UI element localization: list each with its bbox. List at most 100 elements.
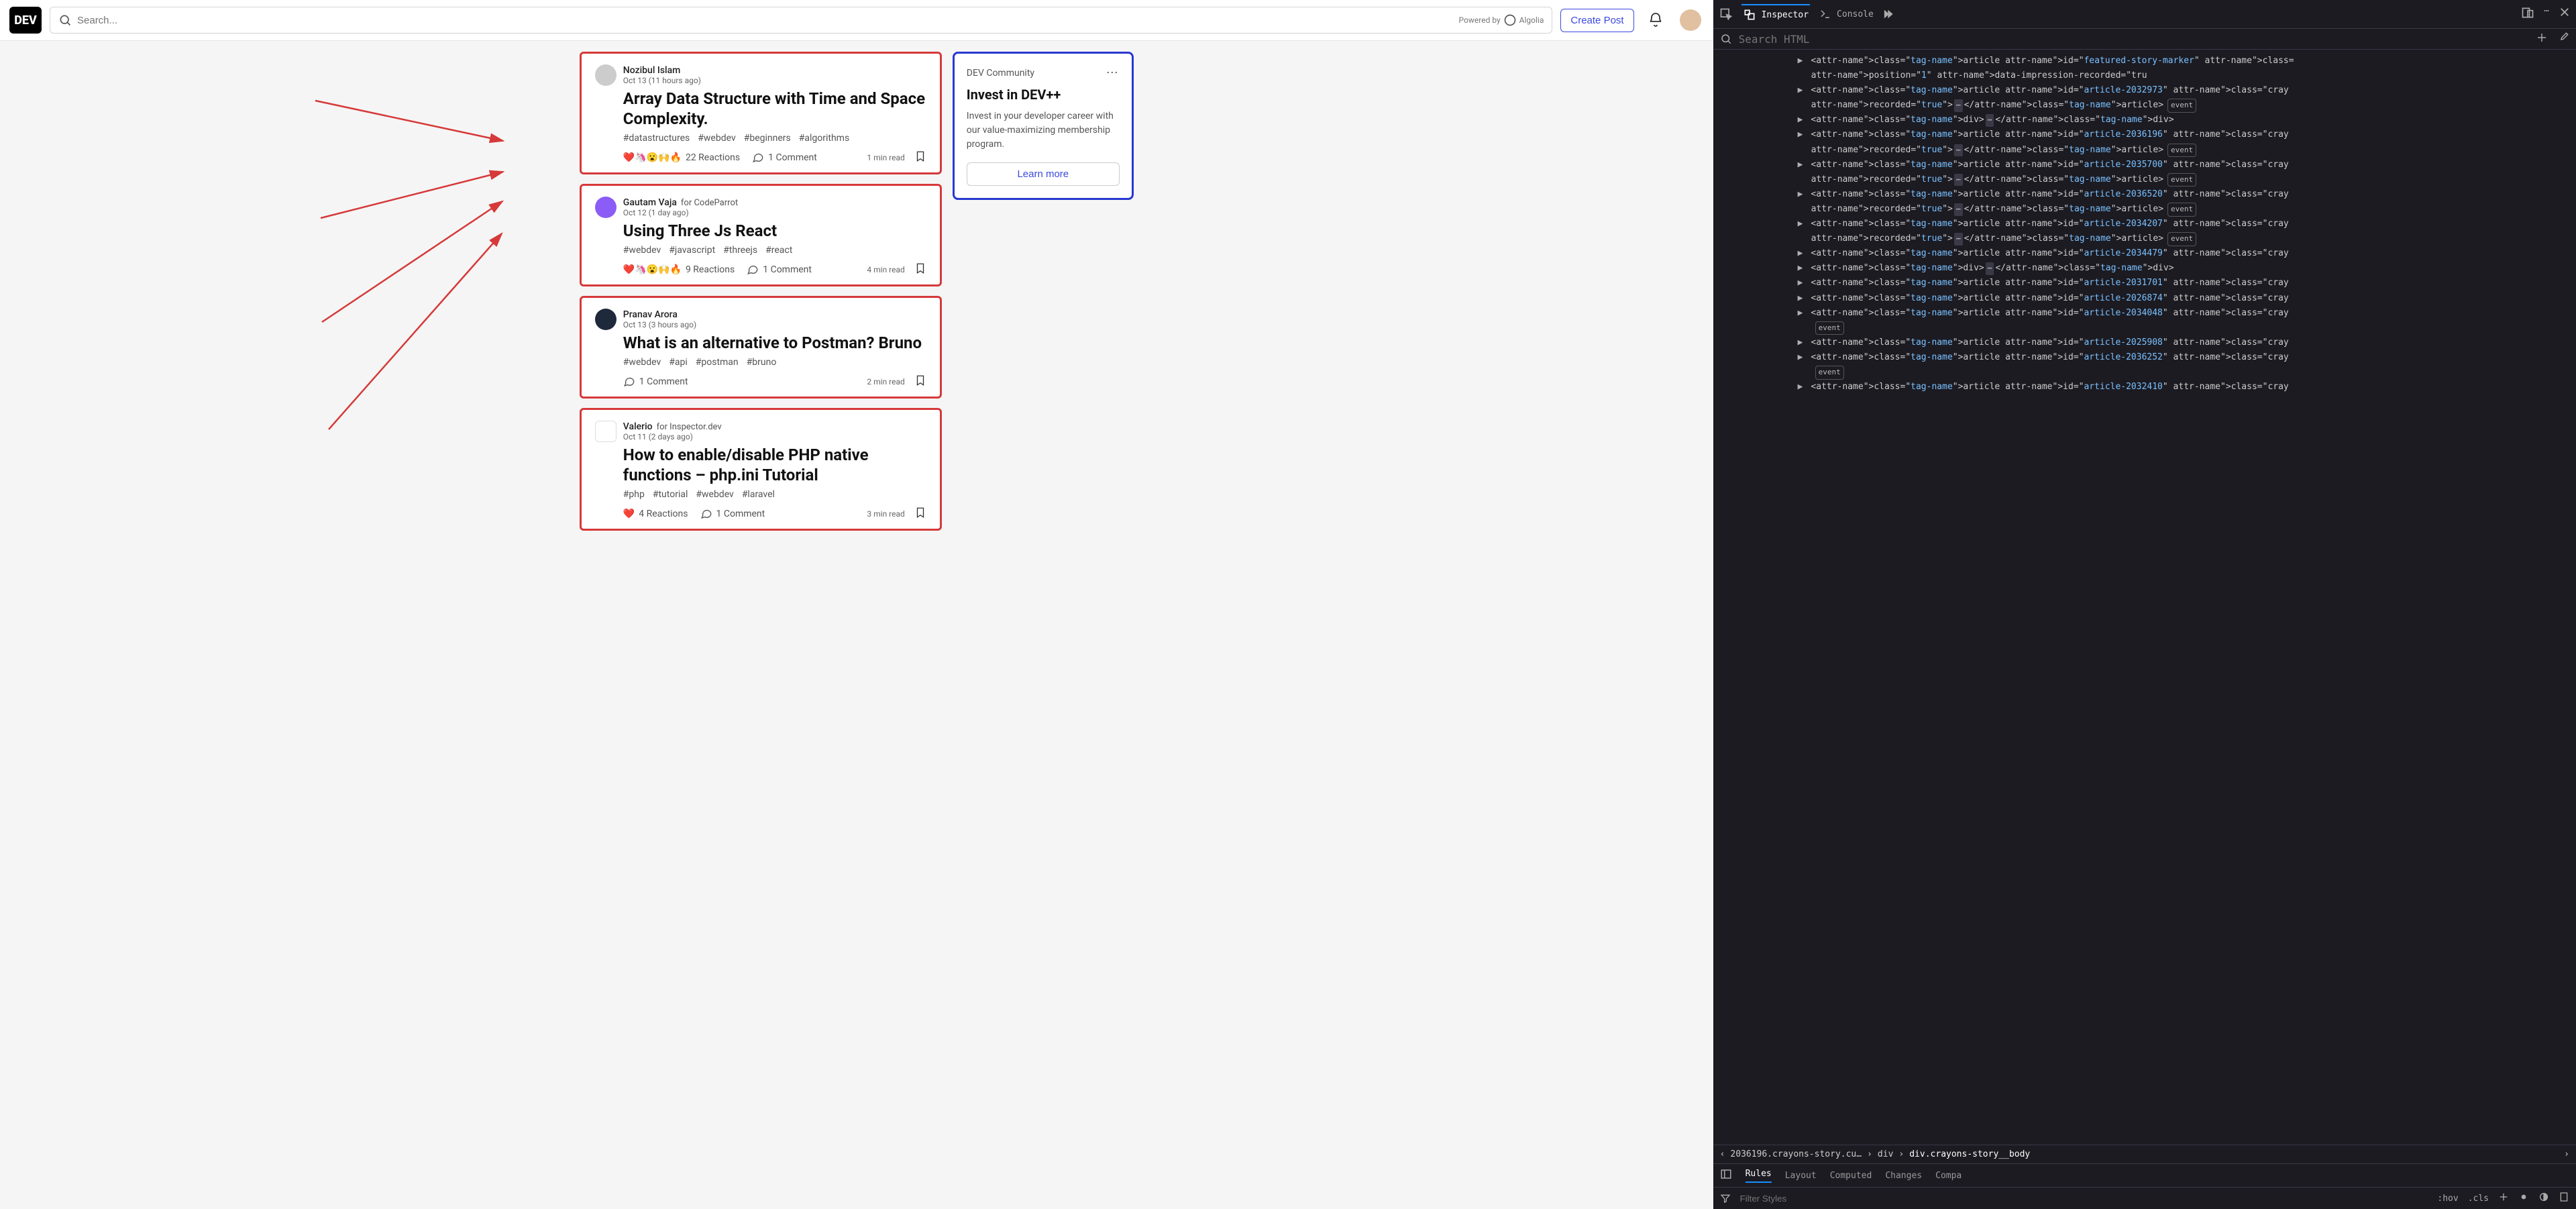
computed-tab[interactable]: Computed [1830,1171,1872,1181]
dom-node[interactable]: ▶ <attr-name">class="tag-name">article a… [1717,350,2576,365]
notifications-bell-icon[interactable] [1642,7,1669,34]
tag[interactable]: #beginners [744,133,791,144]
article-card[interactable]: Nozibul Islam Oct 13 (11 hours ago) Arra… [580,52,942,174]
tag[interactable]: #api [669,357,688,368]
tag[interactable]: #php [623,489,645,500]
tag[interactable]: #webdev [698,133,735,144]
comments-link[interactable]: 1 Comment [623,376,688,388]
pick-element-icon[interactable] [1719,7,1733,21]
author-avatar[interactable] [595,421,616,442]
light-dark-icon[interactable] [2518,1192,2529,1205]
search-bar[interactable]: Powered by Algolia [50,7,1552,34]
author-name[interactable]: Gautam Vaja [623,197,677,208]
author-name[interactable]: Pranav Arora [623,309,678,320]
responsive-mode-icon[interactable] [2521,6,2534,22]
article-card[interactable]: Valeriofor Inspector.dev Oct 11 (2 days … [580,408,942,531]
dom-node[interactable]: ▶ <attr-name">class="tag-name">article a… [1717,380,2576,395]
dom-node-continuation[interactable]: attr-name">recorded="true">⋯</attr-name"… [1717,98,2576,113]
changes-tab[interactable]: Changes [1885,1171,1922,1181]
dom-node[interactable]: ▶ <attr-name">class="tag-name">article a… [1717,127,2576,142]
breadcrumb-item-active[interactable]: div.crayons-story__body [1909,1149,2030,1159]
new-rule-icon[interactable] [2498,1192,2509,1205]
rules-tab[interactable]: Rules [1746,1169,1772,1183]
eyedropper-icon[interactable] [2557,32,2569,46]
dom-node[interactable]: ▶ <attr-name">class="tag-name">article a… [1717,291,2576,306]
tag[interactable]: #bruno [747,357,777,368]
tag[interactable]: #react [765,245,792,256]
tag[interactable]: #webdev [623,357,661,368]
bookmark-icon[interactable] [914,262,926,276]
dom-node[interactable]: ▶ <attr-name">class="tag-name">article a… [1717,335,2576,350]
dom-node-continuation[interactable]: attr-name">recorded="true">⋯</attr-name"… [1717,143,2576,158]
compat-tab[interactable]: Compa [1935,1171,1962,1181]
article-title[interactable]: What is an alternative to Postman? Bruno [623,333,926,353]
dev-logo[interactable]: DEV [9,7,42,34]
tag[interactable]: #postman [696,357,739,368]
dom-node[interactable]: ▶ <attr-name">class="tag-name">div>⋯</at… [1717,113,2576,127]
dom-node[interactable]: ▶ <attr-name">class="tag-name">article a… [1717,217,2576,231]
tag[interactable]: #javascript [669,245,715,256]
kebab-menu-icon[interactable]: ⋯ [2544,6,2549,22]
hov-toggle[interactable]: :hov [2437,1194,2458,1204]
dom-node[interactable]: ▶ <attr-name">class="tag-name">div>⋯</at… [1717,261,2576,276]
article-card[interactable]: Gautam Vajafor CodeParrot Oct 12 (1 day … [580,184,942,286]
breadcrumb-left-icon[interactable]: ‹ [1720,1149,1725,1159]
dom-tree[interactable]: ▶ <attr-name">class="tag-name">article a… [1713,50,2576,1145]
promo-learn-more-button[interactable]: Learn more [967,162,1120,186]
author-name[interactable]: Valerio [623,421,653,432]
breadcrumb-item[interactable]: 2036196.crayons-story.cu… [1730,1149,1862,1159]
tag[interactable]: #webdev [696,489,733,500]
dom-node-continuation[interactable]: attr-name">recorded="true">⋯</attr-name"… [1717,231,2576,246]
comments-link[interactable]: 1 Comment [752,152,817,164]
author-name[interactable]: Nozibul Islam [623,65,681,76]
layout-tab[interactable]: Layout [1785,1171,1817,1181]
dom-node[interactable]: ▶ <attr-name">class="tag-name">article a… [1717,246,2576,261]
reactions[interactable]: ❤️🦄😮🙌🔥9 Reactions [623,264,735,275]
comments-link[interactable]: 1 Comment [700,508,765,520]
dom-event-badge[interactable]: event [1717,321,2576,335]
print-icon[interactable] [2559,1192,2569,1205]
dom-node[interactable]: ▶ <attr-name">class="tag-name">article a… [1717,187,2576,202]
author-avatar[interactable] [595,64,616,86]
author-avatar[interactable] [595,309,616,330]
more-tabs-icon[interactable] [1883,7,1898,21]
dom-node[interactable]: ▶ <attr-name">class="tag-name">article a… [1717,276,2576,291]
breadcrumb-right-icon[interactable]: › [2564,1149,2569,1159]
tag[interactable]: #datastructures [623,133,690,144]
dom-node-continuation[interactable]: attr-name">position="1" attr-name">data-… [1717,68,2576,83]
bookmark-icon[interactable] [914,374,926,388]
bookmark-icon[interactable] [914,507,926,521]
inspector-tab[interactable]: Inspector [1741,4,1810,24]
article-title[interactable]: Using Three Js React [623,221,926,241]
tag[interactable]: #algorithms [799,133,849,144]
tag[interactable]: #tutorial [653,489,688,500]
dom-node[interactable]: ▶ <attr-name">class="tag-name">article a… [1717,54,2576,68]
dom-event-badge[interactable]: event [1717,365,2576,380]
dom-node[interactable]: ▶ <attr-name">class="tag-name">article a… [1717,83,2576,98]
toggle-sidebar-icon[interactable] [1720,1168,1732,1183]
search-input[interactable] [77,15,1459,26]
bookmark-icon[interactable] [914,150,926,164]
dom-node-continuation[interactable]: attr-name">recorded="true">⋯</attr-name"… [1717,172,2576,187]
comments-link[interactable]: 1 Comment [747,264,812,276]
tag[interactable]: #threejs [723,245,757,256]
article-card[interactable]: Pranav Arora Oct 13 (3 hours ago) What i… [580,296,942,399]
article-title[interactable]: Array Data Structure with Time and Space… [623,89,926,129]
tag[interactable]: #laravel [742,489,775,500]
add-node-icon[interactable] [2536,32,2548,46]
reactions[interactable]: ❤️🦄😮🙌🔥22 Reactions [623,152,740,163]
user-avatar[interactable] [1677,7,1704,34]
dom-node[interactable]: ▶ <attr-name">class="tag-name">article a… [1717,158,2576,172]
filter-styles-input[interactable] [1740,1194,2428,1204]
dom-node[interactable]: ▶ <attr-name">class="tag-name">article a… [1717,306,2576,321]
create-post-button[interactable]: Create Post [1560,9,1633,32]
close-devtools-icon[interactable] [2559,6,2571,22]
author-avatar[interactable] [595,197,616,218]
reactions[interactable]: ❤️4 Reactions [623,509,688,519]
console-tab[interactable]: Console [1818,5,1875,23]
promo-menu-icon[interactable]: ⋯ [1106,66,1120,80]
contrast-icon[interactable] [2538,1192,2549,1205]
dom-node-continuation[interactable]: attr-name">recorded="true">⋯</attr-name"… [1717,202,2576,217]
breadcrumb-item[interactable]: div [1878,1149,1893,1159]
article-title[interactable]: How to enable/disable PHP native functio… [623,445,926,485]
